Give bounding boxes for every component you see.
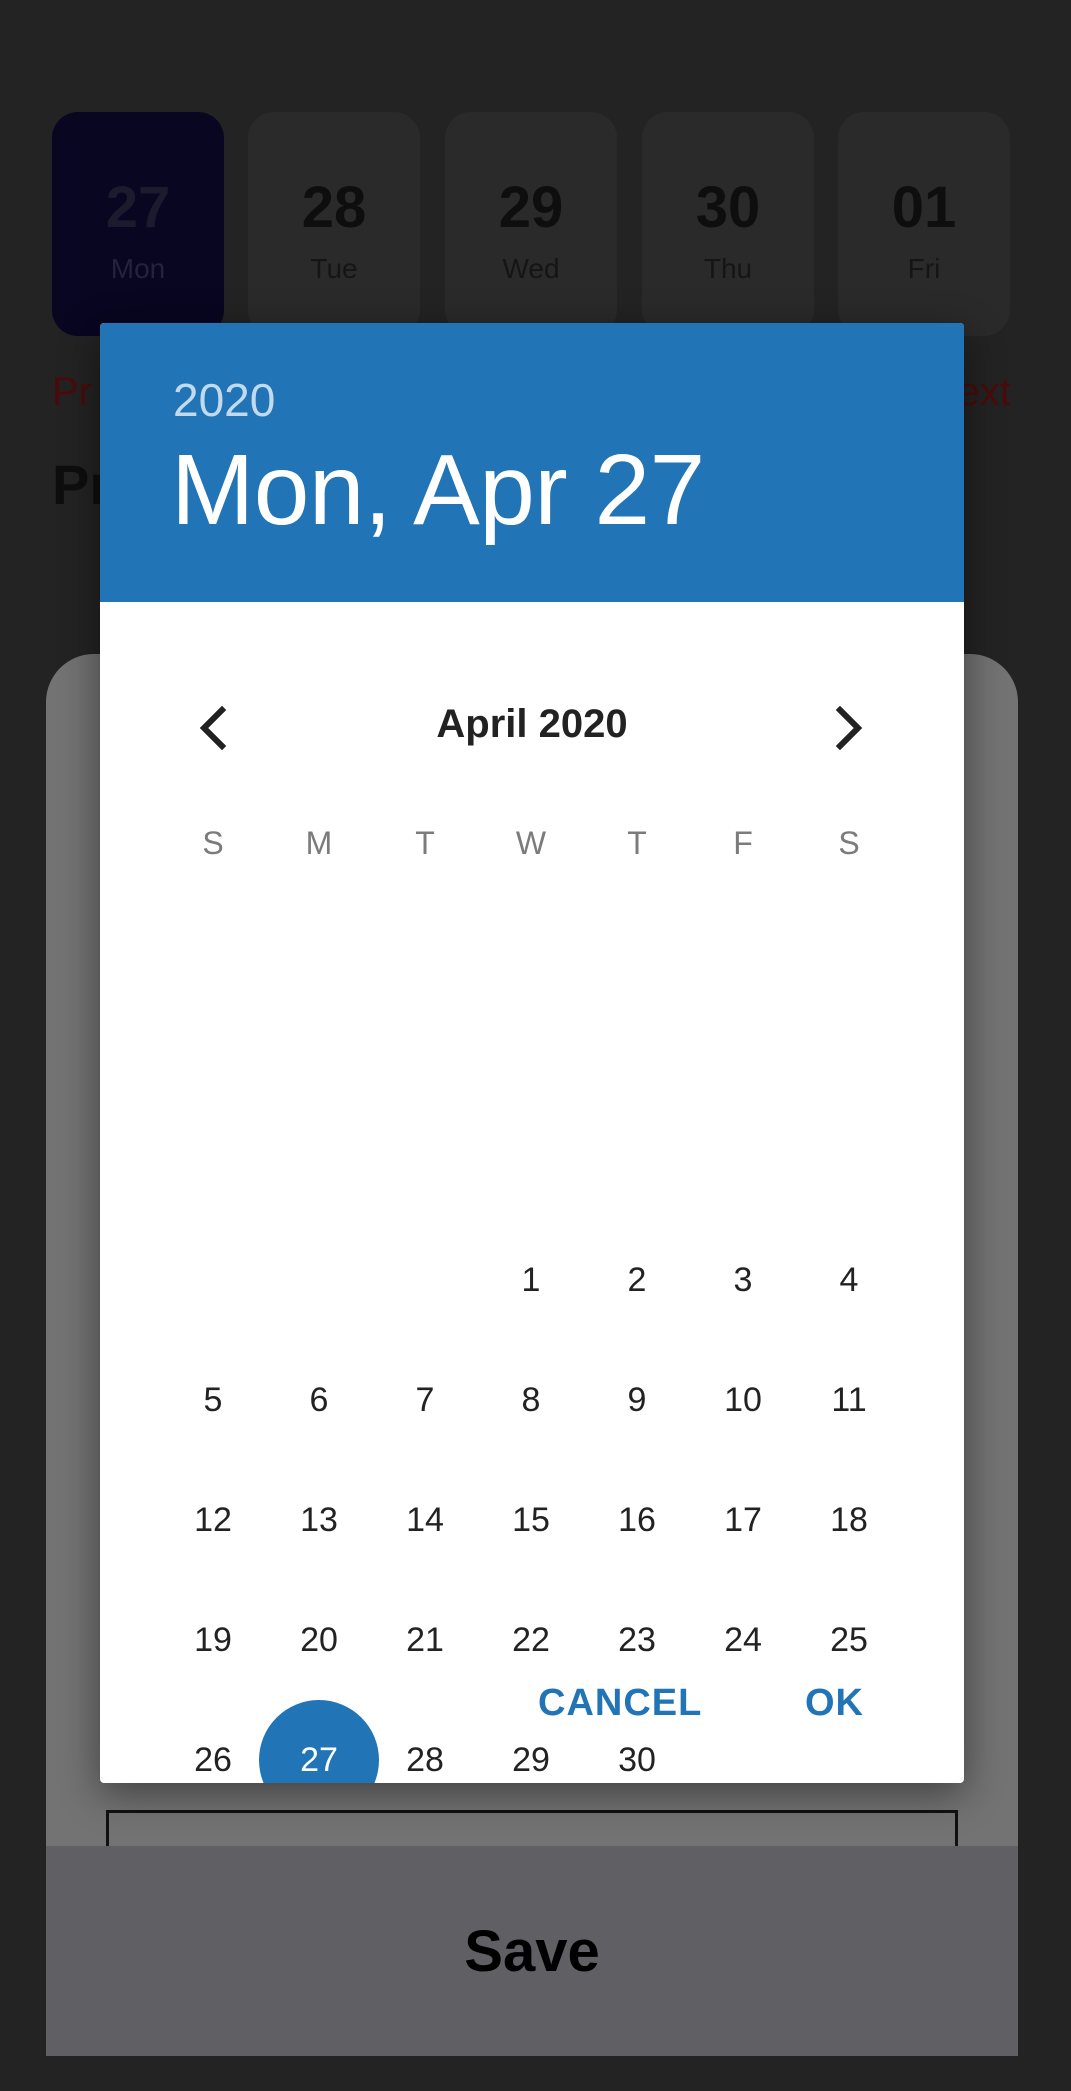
calendar-day[interactable]: 14 bbox=[365, 1460, 485, 1580]
calendar-day[interactable]: 1 bbox=[471, 1220, 591, 1340]
calendar-day[interactable]: 18 bbox=[789, 1460, 909, 1580]
calendar-day[interactable]: 15 bbox=[471, 1460, 591, 1580]
calendar-day[interactable]: 8 bbox=[471, 1340, 591, 1460]
calendar-day[interactable]: 11 bbox=[789, 1340, 909, 1460]
weekday-label: M bbox=[305, 825, 333, 861]
next-month-button[interactable] bbox=[820, 698, 880, 758]
weekday-label: T bbox=[415, 825, 435, 861]
calendar-day[interactable]: 17 bbox=[683, 1460, 803, 1580]
dialog-actions: CANCEL OK bbox=[100, 1663, 964, 1743]
calendar-day[interactable]: 9 bbox=[577, 1340, 697, 1460]
weekday-label: F bbox=[733, 825, 753, 861]
date-picker-dialog: 2020 Mon, Apr 27 April 2020 SMTWTFS 1234… bbox=[100, 323, 964, 1783]
weekday-label: T bbox=[627, 825, 647, 861]
calendar-day[interactable]: 13 bbox=[259, 1460, 379, 1580]
calendar-day[interactable]: 10 bbox=[683, 1340, 803, 1460]
calendar-day[interactable]: 2 bbox=[577, 1220, 697, 1340]
ok-button[interactable]: OK bbox=[805, 1663, 864, 1743]
header-selected-date[interactable]: Mon, Apr 27 bbox=[171, 433, 705, 548]
screen: 27 Mon 28 Tue 29 Wed 30 Thu 01 Fri Pr ex… bbox=[0, 0, 1071, 2091]
calendar-day[interactable]: 16 bbox=[577, 1460, 697, 1580]
date-picker-header: 2020 Mon, Apr 27 bbox=[100, 323, 964, 602]
calendar-day[interactable]: 7 bbox=[365, 1340, 485, 1460]
chevron-right-icon bbox=[835, 706, 863, 750]
weekday-header-row: SMTWTFS bbox=[100, 793, 964, 893]
header-year[interactable]: 2020 bbox=[173, 373, 275, 427]
cancel-button[interactable]: CANCEL bbox=[538, 1663, 702, 1743]
weekday-label: S bbox=[838, 825, 860, 861]
weekday-label: S bbox=[202, 825, 224, 861]
weekday-label: W bbox=[515, 825, 547, 861]
calendar-day[interactable]: 3 bbox=[683, 1220, 803, 1340]
month-navigation: April 2020 bbox=[100, 678, 964, 778]
calendar-day[interactable]: 4 bbox=[789, 1220, 909, 1340]
calendar-day[interactable]: 5 bbox=[153, 1340, 273, 1460]
calendar-day[interactable]: 12 bbox=[153, 1460, 273, 1580]
calendar-day[interactable]: 6 bbox=[259, 1340, 379, 1460]
